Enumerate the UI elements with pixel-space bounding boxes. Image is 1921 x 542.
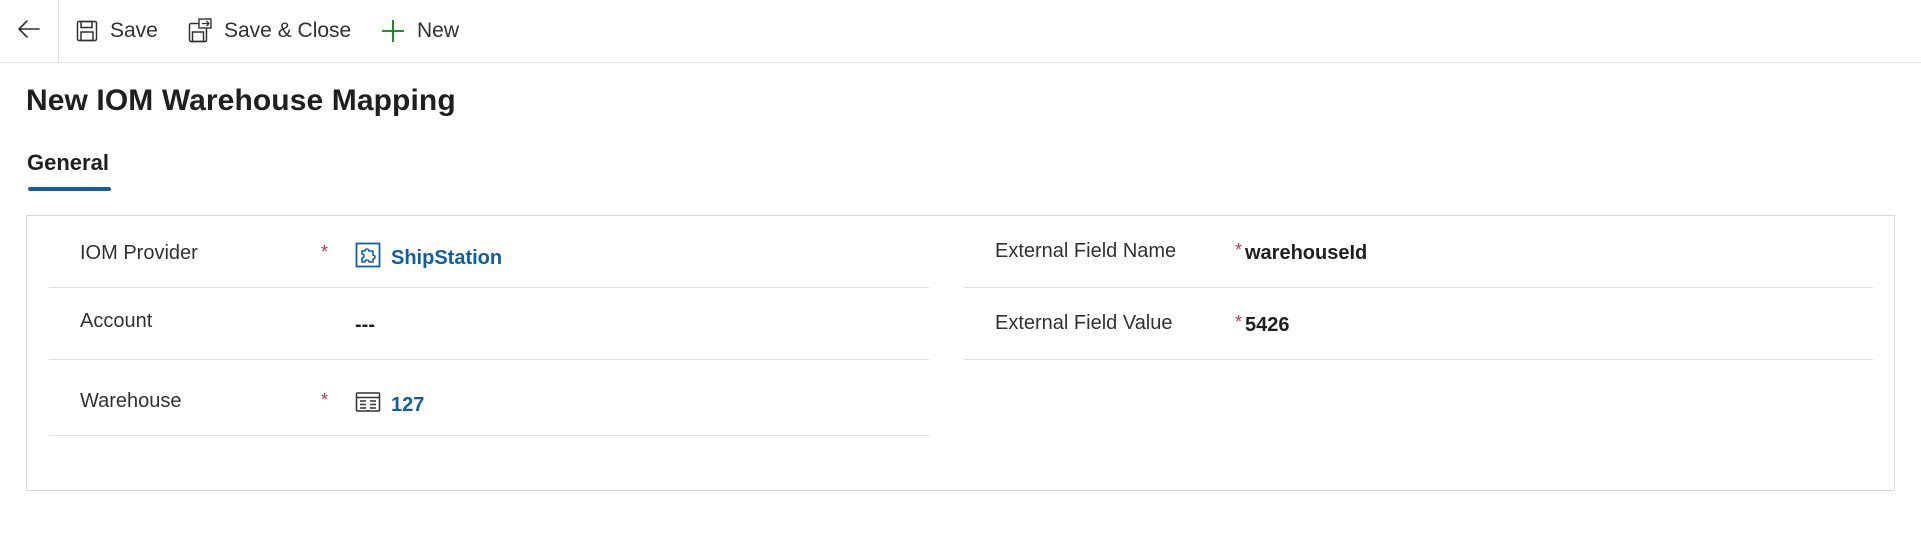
lookup-value[interactable]: ShipStation bbox=[355, 242, 502, 274]
field-iom-provider: IOM Provider * ShipStation bbox=[49, 216, 929, 288]
field-label: External Field Name bbox=[995, 240, 1177, 262]
field-external-field-value: External Field Value * 5426 bbox=[963, 288, 1873, 360]
required-indicator: * bbox=[1235, 240, 1243, 260]
tab-general[interactable]: General bbox=[27, 150, 109, 176]
field-label: Warehouse bbox=[80, 390, 182, 412]
field-label: Account bbox=[80, 310, 153, 332]
page-title: New IOM Warehouse Mapping bbox=[26, 84, 456, 117]
tab-selected-indicator bbox=[28, 187, 111, 191]
plus-icon bbox=[381, 19, 405, 43]
account-empty-value: --- bbox=[355, 314, 375, 336]
required-indicator: * bbox=[321, 390, 329, 410]
warehouse-link[interactable]: 127 bbox=[391, 394, 424, 417]
account-value[interactable]: --- bbox=[355, 314, 375, 337]
save-and-close-button[interactable]: Save & Close bbox=[188, 0, 351, 62]
field-warehouse: Warehouse * 127 bbox=[49, 360, 929, 436]
required-indicator: * bbox=[1235, 312, 1243, 332]
back-button[interactable] bbox=[0, 0, 59, 62]
text-value: warehouseId bbox=[1245, 242, 1368, 264]
puzzle-icon bbox=[355, 242, 381, 274]
command-bar: Save Save & Close New bbox=[0, 0, 1921, 63]
warehouse-icon bbox=[355, 391, 381, 419]
save-close-label: Save & Close bbox=[224, 19, 352, 42]
external-field-name-value[interactable]: warehouseId bbox=[1245, 242, 1367, 265]
field-label: IOM Provider bbox=[80, 242, 198, 264]
arrow-left-icon bbox=[17, 19, 41, 44]
save-button[interactable]: Save bbox=[76, 0, 158, 62]
field-account: Account --- bbox=[49, 288, 929, 360]
iom-provider-link[interactable]: ShipStation bbox=[391, 247, 502, 270]
form-section-general: IOM Provider * ShipStation Account --- W… bbox=[26, 215, 1895, 491]
save-close-icon bbox=[188, 18, 212, 44]
new-button[interactable]: New bbox=[381, 0, 459, 62]
floppy-disk-icon bbox=[76, 20, 98, 42]
required-indicator: * bbox=[321, 242, 329, 262]
field-external-field-name: External Field Name * warehouseId bbox=[963, 216, 1873, 288]
save-label: Save bbox=[110, 19, 158, 42]
new-label: New bbox=[417, 19, 460, 42]
external-field-value-value[interactable]: 5426 bbox=[1245, 314, 1290, 337]
field-label: External Field Value bbox=[995, 312, 1173, 334]
lookup-value[interactable]: 127 bbox=[355, 391, 424, 419]
text-value: 5426 bbox=[1245, 314, 1290, 336]
